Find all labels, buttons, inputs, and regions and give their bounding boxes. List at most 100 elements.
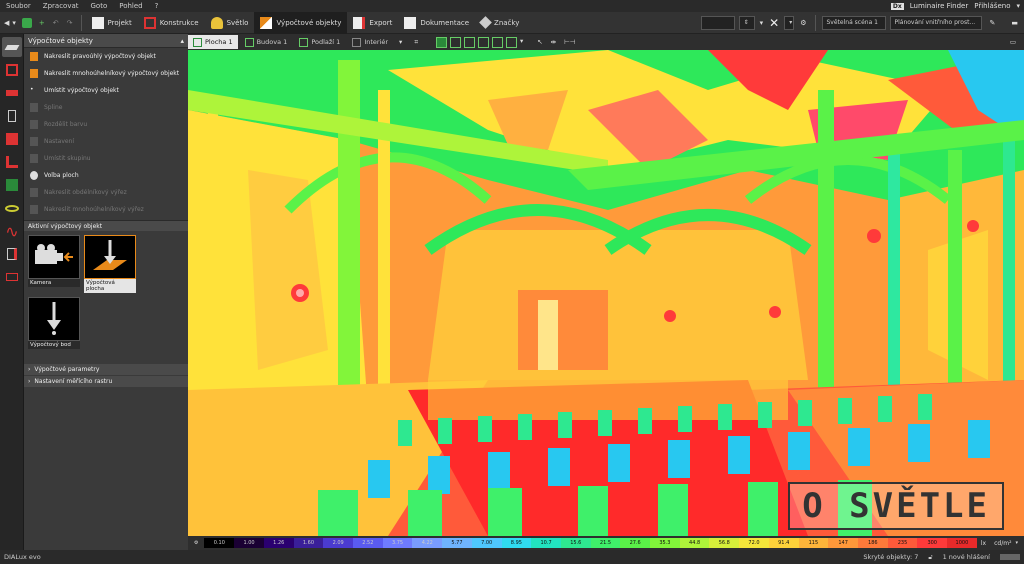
tab-construction[interactable]: Konstrukce [138,12,205,34]
legend-cell: 10.7 [531,538,561,548]
main-toolbar: ◀ ▾ + ↶ ↷ Projekt Konstrukce Světlo Výpo… [0,11,1024,34]
calculation-objects-icon[interactable] [2,37,22,57]
legend-lock-icon[interactable]: lx [977,540,990,547]
legend-cell: 7.00 [471,538,502,548]
tool-icon [30,137,38,146]
redo-icon[interactable]: ↷ [67,19,73,27]
tool-strip: ∿ [0,34,24,550]
ruler-icon[interactable]: ▬ [1011,19,1018,27]
tool-icon: • [30,86,34,93]
save-icon[interactable] [21,17,32,28]
door-icon[interactable] [2,106,22,126]
calculation-point-icon [28,297,80,341]
tab-export[interactable]: Export [347,12,398,34]
legend-cell: 21.5 [590,538,621,548]
light-scene-dropdown[interactable]: Světelná scéna 1 [821,15,886,30]
progress-indicator [1000,554,1020,560]
view-front-icon[interactable] [463,36,475,48]
chevron-down-icon[interactable]: ▾ [12,19,16,27]
lamp-icon [210,16,223,29]
stepper[interactable]: ⇕ [738,15,755,30]
grid-icon[interactable]: ⌗ [414,38,418,47]
tool-item[interactable]: • Umístit výpočtový objekt [24,82,188,99]
gear-icon[interactable]: ⚙ [800,19,806,27]
tool-item[interactable]: Nakreslit mnohoúhelníkový výpočtový obje… [24,65,188,82]
select-icon[interactable]: ↖ [537,38,542,46]
menu-process[interactable]: Zpracovat [37,2,85,10]
tab-calculation-objects[interactable]: Výpočtové objekty [254,11,348,34]
construction-icon [143,16,156,29]
tab-floor-1[interactable]: Podlaží 1 [294,35,345,49]
menu-goto[interactable]: Goto [85,2,114,10]
3d-viewport[interactable]: O SVĚTLE [188,50,1024,536]
section-measuring-grid[interactable]: › Nastavení měřícího rastru [24,376,188,387]
tool-icon [30,171,38,180]
thumb-calculation-point[interactable]: Výpočtový bod [28,297,80,349]
floor-plan-icon[interactable] [2,152,22,172]
view-3d-icon[interactable] [435,36,447,48]
disabled-dropdown [700,15,735,30]
view-side-icon[interactable] [477,36,489,48]
move-icon[interactable]: ⇹ [551,38,556,46]
tool-item[interactable]: Volba ploch [24,167,188,184]
messages-count[interactable]: 1 nové hlášení [943,553,990,561]
add-icon[interactable]: + [39,19,45,27]
chevron-down-icon[interactable]: ▾ [760,19,764,27]
luminaire-icon[interactable] [2,244,22,264]
legend-cell: 27.6 [620,538,651,548]
thumb-camera[interactable]: Kamera [28,235,80,293]
rectangle-icon[interactable] [2,267,22,287]
close-icon[interactable]: ✕ [769,16,779,30]
undo-icon[interactable]: ↶ [53,19,59,27]
menu-view[interactable]: Pohled [113,2,148,10]
tool-item: Umístit skupinu [24,150,188,167]
hidden-objects-count[interactable]: Skryté objekty: 7 [863,553,918,561]
curve-icon[interactable]: ∿ [2,221,22,241]
roof-icon[interactable] [2,83,22,103]
tool-icon [30,52,38,61]
view-perspective-icon[interactable] [505,36,517,48]
pen-icon[interactable]: ✎ [990,19,996,27]
eye-icon[interactable] [2,198,22,218]
tab-surface-1[interactable]: Plocha 1 [188,35,238,49]
planning-mode-dropdown[interactable]: Plánování vnitřního prost... [889,15,982,30]
tab-interior[interactable]: Interiér [347,35,393,49]
chevron-down-icon[interactable]: ▾ [399,38,402,46]
tool-item[interactable]: Nakreslit pravoúhlý výpočtový objekt [24,48,188,65]
chevron-down-icon[interactable]: ▾ [784,15,795,30]
section-calculation-parameters[interactable]: › Výpočtové parametry [24,364,188,375]
tab-project[interactable]: Projekt [86,12,138,34]
settings-icon[interactable]: ⚙ [188,540,204,546]
emergency-exit-icon[interactable] [2,175,22,195]
project-icon [91,16,104,29]
chevron-down-icon[interactable]: ▾ [1015,540,1024,546]
legend-cell: 1000 [947,538,977,548]
thumb-calculation-surface[interactable]: Výpočtová plocha [84,235,136,293]
view-iso-icon[interactable] [491,36,503,48]
measure-icon[interactable]: ⊢⊣ [564,38,575,46]
back-icon[interactable]: ◀ [4,19,9,27]
login-status[interactable]: Přihlášeno [974,2,1010,10]
fullscreen-icon[interactable]: ▭ [1010,38,1016,46]
room-cube-icon[interactable] [2,60,22,80]
legend-cell: 72.0 [739,538,769,548]
unlock-icon[interactable]: 🔓︎ [928,553,932,562]
wall-icon[interactable] [2,129,22,149]
chevron-down-icon[interactable]: ▾ [1016,2,1020,10]
chevron-down-icon[interactable]: ▾ [520,37,523,48]
menu-help[interactable]: ? [149,2,165,10]
legend-cell: 1.60 [293,538,324,548]
legend-cell: 1.26 [263,538,294,548]
collapse-icon[interactable]: ▴ [180,37,184,45]
tab-documentation[interactable]: Dokumentace [398,12,475,34]
tab-marks[interactable]: Značky [475,12,525,34]
view-top-icon[interactable] [449,36,461,48]
calculation-objects-panel: Výpočtové objekty ▴ Nakreslit pravoúhlý … [24,34,188,550]
tab-building-1[interactable]: Budova 1 [240,35,293,49]
tab-light[interactable]: Světlo [205,12,255,34]
menu-file[interactable]: Soubor [0,2,37,10]
legend-cell: 115 [798,538,829,548]
dialux-logo: Dx [890,2,904,10]
legend-cell: 15.6 [560,538,591,548]
luminaire-finder-link[interactable]: Luminaire Finder [910,2,968,10]
